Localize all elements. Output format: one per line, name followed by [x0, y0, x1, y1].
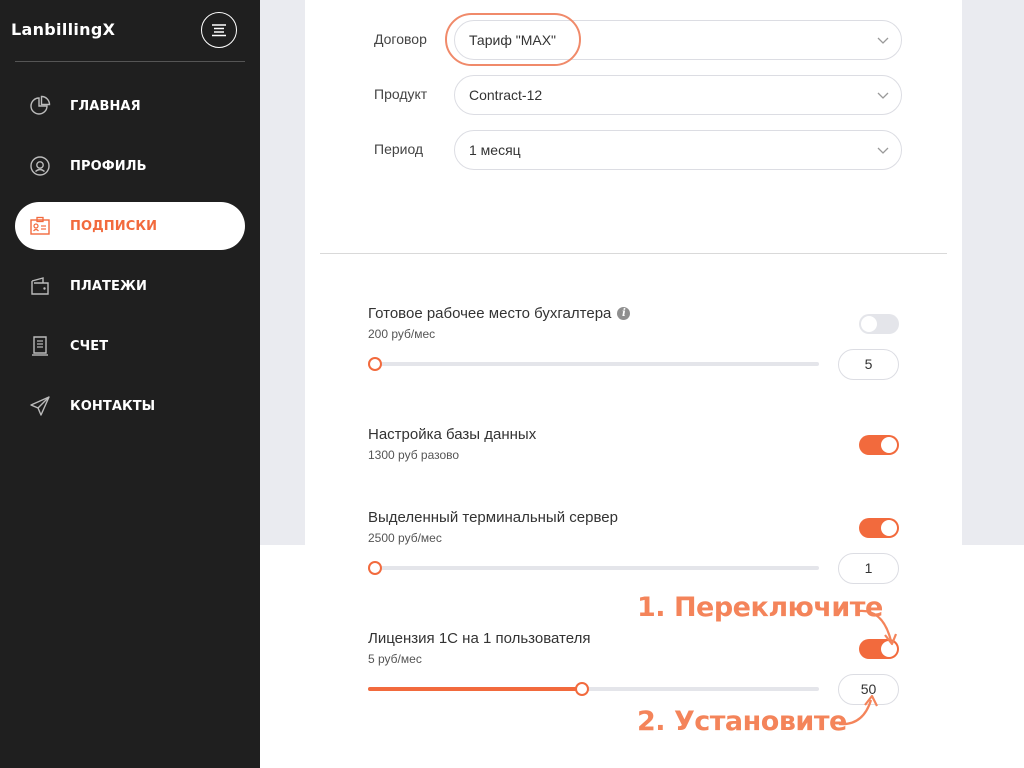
- sidebar-item-payments[interactable]: ПЛАТЕЖИ: [15, 262, 245, 310]
- service-title-text: Готовое рабочее место бухгалтера: [368, 305, 612, 322]
- service-title: Настройка базы данных: [368, 426, 537, 443]
- slider-thumb[interactable]: [575, 682, 590, 696]
- product-value: Contract-12: [469, 87, 543, 103]
- menu-toggle-button[interactable]: [201, 12, 237, 48]
- service-title: Готовое рабочее место бухгалтера i: [368, 305, 631, 322]
- contract-label: Договор: [374, 31, 427, 47]
- sidebar-item-contacts[interactable]: КОНТАКТЫ: [15, 382, 245, 430]
- quantity-input[interactable]: 50: [838, 674, 899, 705]
- service-toggle[interactable]: [859, 435, 899, 455]
- sidebar-item-label: СЧЕТ: [70, 338, 109, 354]
- toggle-knob: [861, 316, 877, 332]
- pie-chart-icon: [29, 95, 51, 117]
- service-price: 5 руб/мес: [368, 652, 422, 666]
- quantity-input[interactable]: 1: [838, 553, 899, 584]
- quantity-slider[interactable]: [368, 682, 819, 696]
- receipt-icon: [29, 335, 51, 357]
- id-card-icon: [29, 215, 51, 237]
- period-select[interactable]: 1 месяц: [454, 130, 902, 170]
- menu-icon: [212, 24, 226, 37]
- brand-logo: LanbillingX: [11, 20, 116, 39]
- quantity-slider[interactable]: [368, 357, 819, 371]
- sidebar-item-label: ПОДПИСКИ: [70, 218, 158, 234]
- sidebar-item-label: КОНТАКТЫ: [70, 398, 156, 414]
- contract-value: Тариф "MAX": [469, 32, 557, 48]
- period-value: 1 месяц: [469, 142, 521, 158]
- service-toggle[interactable]: [859, 314, 899, 334]
- service-title: Выделенный терминальный сервер: [368, 509, 618, 526]
- product-row: Продукт Contract-12: [305, 75, 962, 115]
- quantity-slider[interactable]: [368, 561, 819, 575]
- sidebar-item-home[interactable]: ГЛАВНАЯ: [15, 82, 245, 130]
- sidebar-item-label: ПЛАТЕЖИ: [70, 278, 147, 294]
- sidebar-item-profile[interactable]: ПРОФИЛЬ: [15, 142, 245, 190]
- toggle-knob: [881, 520, 897, 536]
- service-price: 200 руб/мес: [368, 327, 436, 341]
- sidebar-item-subscriptions[interactable]: ПОДПИСКИ: [15, 202, 245, 250]
- chevron-down-icon: [877, 147, 889, 154]
- service-price: 2500 руб/мес: [368, 531, 442, 545]
- info-icon[interactable]: i: [617, 307, 631, 320]
- service-toggle[interactable]: [859, 639, 899, 659]
- slider-fill: [368, 687, 583, 691]
- sidebar-item-account[interactable]: СЧЕТ: [15, 322, 245, 370]
- period-label: Период: [374, 141, 424, 157]
- section-divider: [320, 253, 947, 254]
- toggle-knob: [881, 437, 897, 453]
- sidebar: LanbillingX ГЛАВНАЯ ПРОФИЛЬ ПОДПИСКИ ПЛА…: [0, 0, 260, 768]
- sidebar-divider: [15, 61, 245, 62]
- wallet-icon: [29, 275, 51, 297]
- annotation-step2: 2. Установите: [637, 706, 847, 737]
- contract-select[interactable]: Тариф "MAX": [454, 20, 902, 60]
- sidebar-item-label: ПРОФИЛЬ: [70, 158, 147, 174]
- annotation-step1: 1. Переключите: [637, 592, 883, 623]
- slider-track: [368, 362, 819, 366]
- sidebar-item-label: ГЛАВНАЯ: [70, 98, 141, 114]
- quantity-input[interactable]: 5: [838, 349, 899, 380]
- paper-plane-icon: [29, 395, 51, 417]
- user-circle-icon: [29, 155, 51, 177]
- chevron-down-icon: [877, 92, 889, 99]
- period-row: Период 1 месяц: [305, 130, 962, 170]
- service-title: Лицензия 1С на 1 пользователя: [368, 630, 591, 647]
- chevron-down-icon: [877, 37, 889, 44]
- slider-thumb[interactable]: [368, 561, 382, 575]
- product-select[interactable]: Contract-12: [454, 75, 902, 115]
- product-label: Продукт: [374, 86, 428, 102]
- service-price: 1300 руб разово: [368, 448, 460, 462]
- slider-thumb[interactable]: [368, 357, 382, 371]
- subscription-card: Договор Тариф "MAX" Продукт Contract-12 …: [305, 0, 962, 768]
- contract-row: Договор Тариф "MAX": [305, 20, 962, 60]
- slider-track: [368, 566, 819, 570]
- service-toggle[interactable]: [859, 518, 899, 538]
- toggle-knob: [881, 641, 897, 657]
